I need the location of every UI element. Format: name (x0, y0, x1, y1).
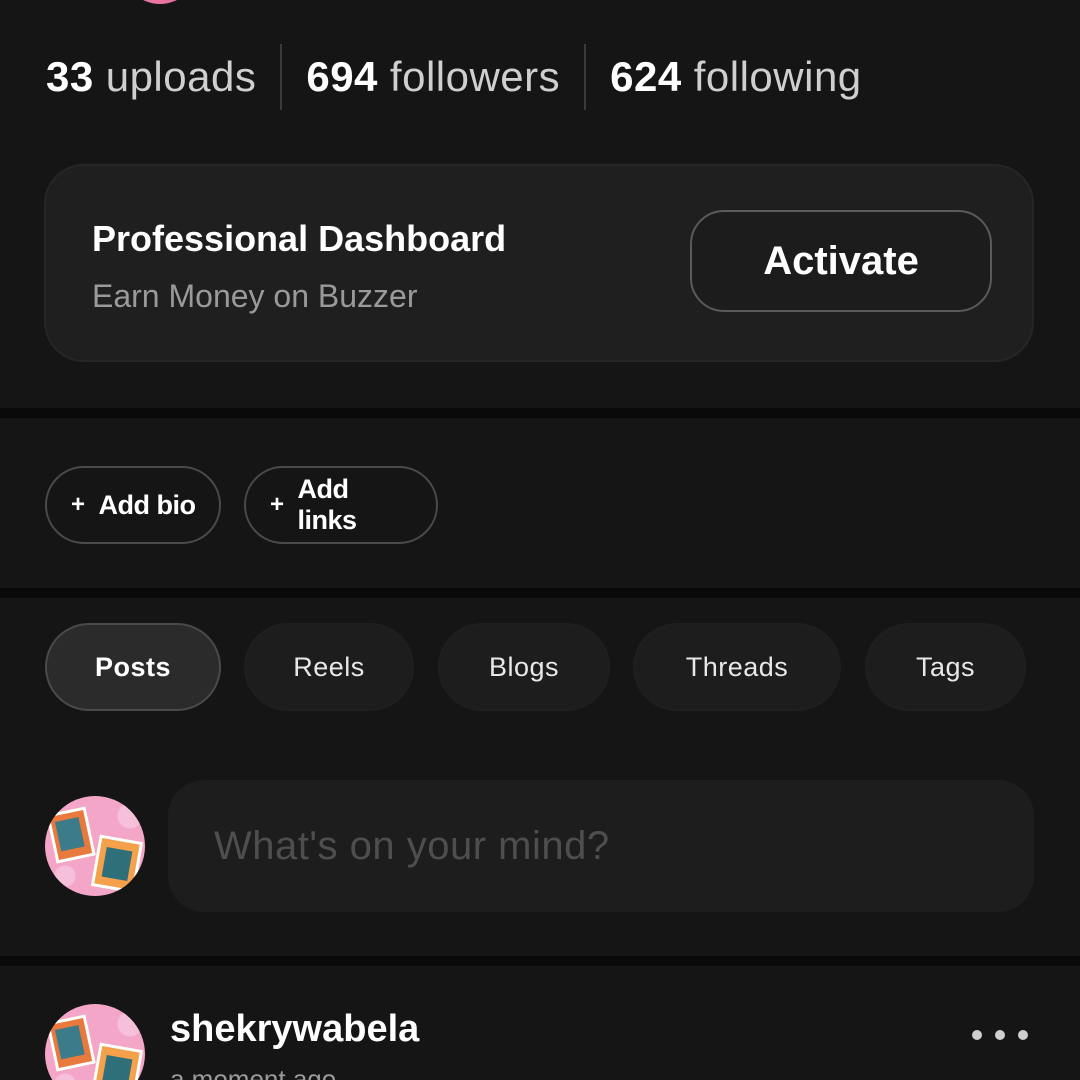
add-bio-label: Add bio (98, 489, 196, 520)
add-bio-button[interactable]: + Add bio (45, 466, 221, 544)
followers-count: 694 (306, 53, 378, 100)
profile-avatar[interactable] (124, 0, 196, 4)
section-divider (0, 588, 1080, 598)
tab-threads[interactable]: Threads (633, 623, 841, 711)
plus-icon: + (270, 491, 284, 518)
following-label: following (693, 53, 862, 100)
following-stat[interactable]: 624 following (610, 53, 862, 101)
stat-divider (584, 44, 587, 110)
post-username[interactable]: shekrywabela (170, 1008, 419, 1051)
plus-icon: + (71, 491, 85, 518)
profile-stats: 33 uploads 694 followers 624 following (46, 44, 862, 110)
following-count: 624 (610, 53, 682, 100)
uploads-stat[interactable]: 33 uploads (46, 53, 256, 101)
tab-blogs[interactable]: Blogs (438, 623, 610, 711)
tab-tags[interactable]: Tags (865, 623, 1026, 711)
add-links-button[interactable]: + Add links (244, 466, 438, 544)
add-links-label: Add links (297, 474, 358, 535)
activate-button[interactable]: Activate (690, 210, 992, 312)
tab-reels[interactable]: Reels (244, 623, 414, 711)
professional-dashboard-card: Professional Dashboard Earn Money on Buz… (44, 164, 1034, 362)
professional-dashboard-subtitle: Earn Money on Buzzer (92, 278, 418, 314)
section-divider (0, 408, 1080, 418)
post-composer-input[interactable]: What's on your mind? (168, 780, 1034, 912)
post-timestamp: a moment ago (170, 1064, 337, 1080)
more-options-icon[interactable] (972, 1022, 1028, 1048)
stat-divider (280, 44, 283, 110)
post-author-avatar[interactable] (45, 1004, 145, 1080)
composer-avatar[interactable] (45, 796, 145, 896)
tab-posts[interactable]: Posts (45, 623, 221, 711)
profile-page: 33 uploads 694 followers 624 following P… (0, 0, 1080, 1080)
professional-dashboard-title: Professional Dashboard (92, 218, 507, 259)
followers-stat[interactable]: 694 followers (306, 53, 560, 101)
section-divider (0, 956, 1080, 966)
uploads-label: uploads (105, 53, 257, 100)
uploads-count: 33 (46, 53, 94, 100)
followers-label: followers (389, 53, 561, 100)
